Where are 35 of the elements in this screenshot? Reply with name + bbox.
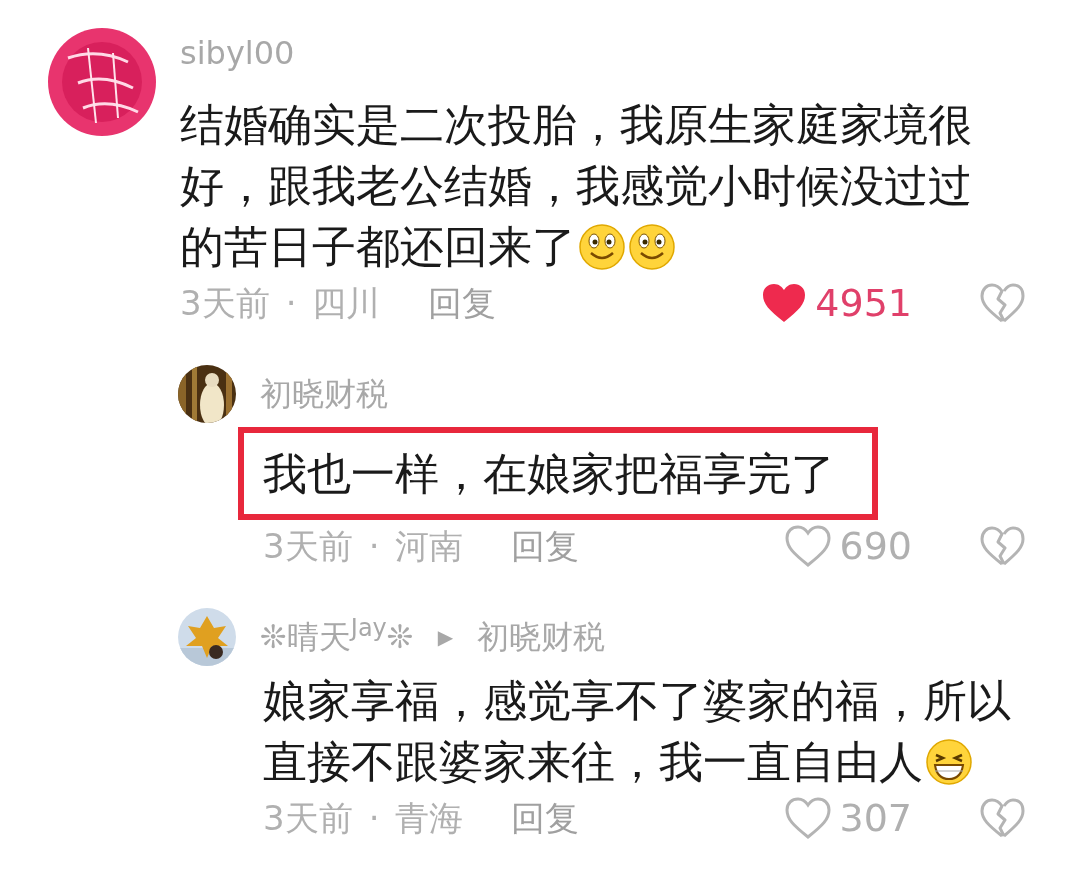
location-label: 河南 bbox=[395, 525, 464, 568]
grinning-face-icon bbox=[925, 737, 973, 786]
reply-link[interactable]: 回复 bbox=[511, 520, 580, 572]
like-count: 307 bbox=[839, 795, 912, 842]
heart-icon[interactable] bbox=[761, 282, 808, 324]
comment-line: 的苦日子都还回来了 bbox=[180, 220, 576, 274]
separator-dot: · bbox=[285, 282, 297, 325]
comment-line: 好，跟我老公结婚，我感觉小时候没过过 bbox=[180, 159, 972, 213]
like-count: 690 bbox=[839, 523, 912, 570]
reply-link[interactable]: 回复 bbox=[511, 792, 580, 844]
username[interactable]: ❊晴天$^{Jay}$❊ bbox=[260, 612, 414, 662]
timestamp: 3天前 bbox=[263, 525, 353, 568]
username[interactable]: 初晓财税 bbox=[260, 369, 388, 419]
like-count: 4951 bbox=[815, 280, 912, 327]
reply-arrow: ▶ bbox=[437, 624, 453, 651]
comment-line: 直接不跟婆家来往，我一直自由人 bbox=[263, 735, 923, 789]
username[interactable]: sibyl00 bbox=[180, 28, 1080, 78]
comment-line: 我也一样，在娘家把福享完了 bbox=[263, 447, 835, 501]
heart-icon[interactable] bbox=[785, 797, 832, 839]
broken-heart-icon[interactable] bbox=[980, 798, 1025, 838]
separator-dot: · bbox=[368, 525, 380, 568]
reply-target-name[interactable]: 初晓财税 bbox=[477, 612, 605, 662]
comment-line: 娘家享福，感觉享不了婆家的福，所以 bbox=[263, 674, 1011, 728]
timestamp: 3天前 bbox=[263, 797, 353, 840]
separator-dot: · bbox=[368, 797, 380, 840]
smiley-icon bbox=[578, 222, 626, 271]
location-label: 四川 bbox=[312, 282, 381, 325]
broken-heart-icon[interactable] bbox=[980, 526, 1025, 566]
timestamp: 3天前 bbox=[180, 282, 270, 325]
comment-line: 结婚确实是二次投胎，我原生家庭家境很 bbox=[180, 98, 972, 152]
broken-heart-icon[interactable] bbox=[980, 283, 1025, 323]
smiley-icon bbox=[628, 222, 676, 271]
heart-icon[interactable] bbox=[785, 525, 832, 567]
location-label: 青海 bbox=[395, 797, 464, 840]
reply-link[interactable]: 回复 bbox=[428, 277, 497, 329]
